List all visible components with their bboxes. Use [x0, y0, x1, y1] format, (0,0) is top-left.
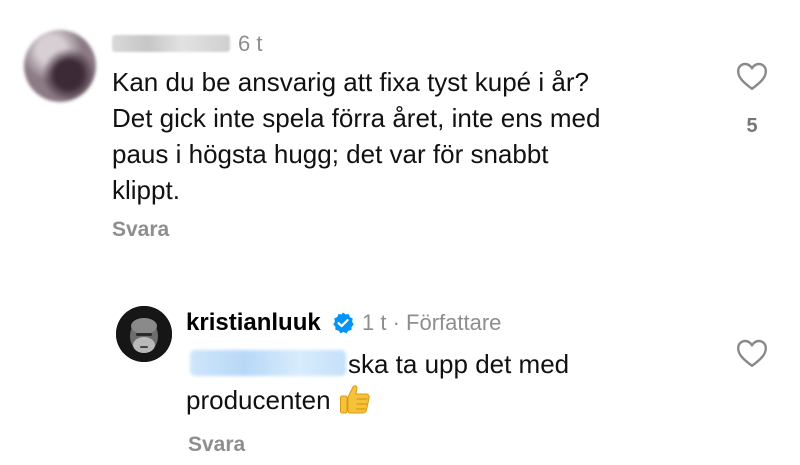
reply-text: ska ta upp det med producenten — [186, 349, 570, 415]
reply-reply-button[interactable]: Svara — [188, 433, 245, 457]
heart-icon — [737, 62, 767, 90]
thumbs-up-icon — [338, 383, 372, 415]
heart-icon — [737, 339, 767, 367]
reply-timestamp: 1 t — [362, 310, 387, 335]
comment-text: Kan du be ansvarig att fixa tyst kupé i … — [112, 67, 601, 205]
comment-like-button[interactable] — [734, 58, 770, 94]
verified-badge-icon — [331, 311, 355, 335]
reply-like-button[interactable] — [734, 335, 770, 371]
author-portrait — [116, 306, 172, 362]
reply-text-block: ska ta upp det med producenten — [186, 346, 706, 418]
commenter-avatar[interactable] — [24, 30, 96, 102]
comment-timestamp: 6 t — [238, 31, 263, 56]
comment-like-count[interactable]: 5 — [734, 114, 770, 138]
author-avatar[interactable] — [116, 306, 172, 362]
comment-reply-button[interactable]: Svara — [112, 218, 169, 242]
author-label: Författare — [406, 310, 502, 335]
reply-meta: 1 t · Författare — [362, 309, 501, 337]
author-username[interactable]: kristianluuk — [186, 309, 321, 337]
commenter-username-redacted[interactable] — [112, 35, 230, 52]
meta-separator: · — [392, 310, 400, 335]
